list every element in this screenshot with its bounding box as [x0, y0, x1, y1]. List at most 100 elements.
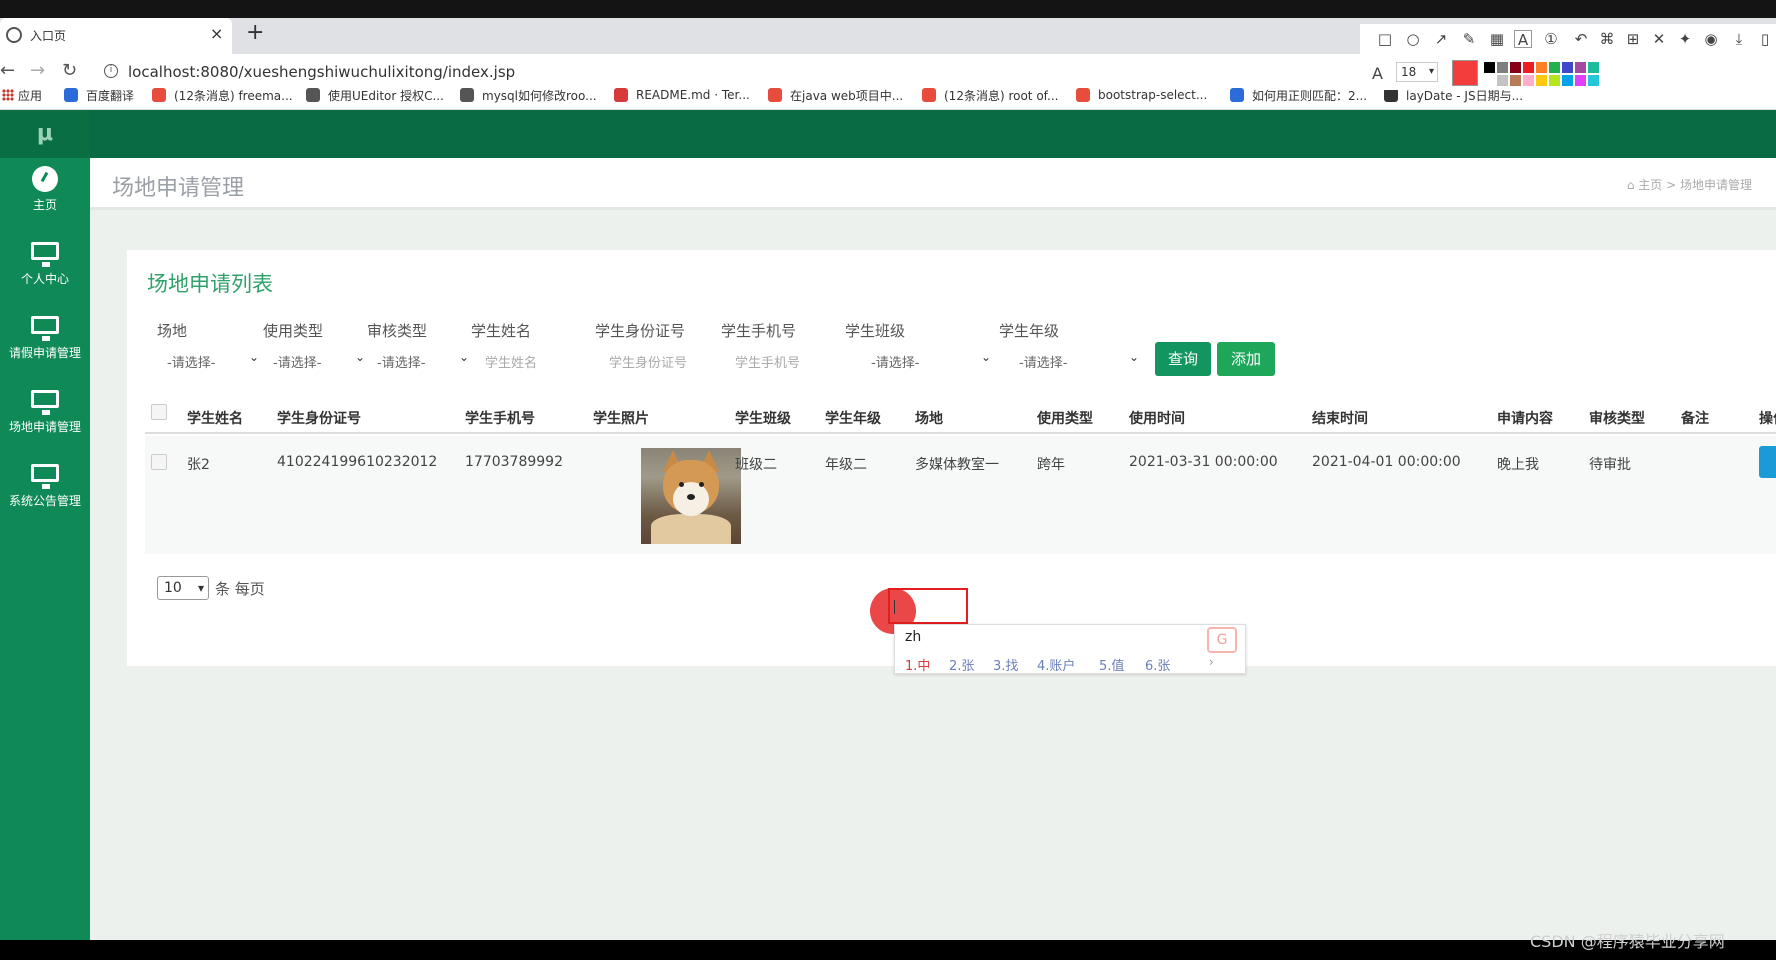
row-action-button[interactable]: [1759, 446, 1776, 478]
query-button[interactable]: 查询: [1155, 342, 1211, 376]
rectangle-tool-icon[interactable]: □: [1376, 30, 1394, 48]
col-header[interactable]: 备注: [1681, 408, 1709, 428]
color-swatch[interactable]: [1484, 75, 1495, 86]
sidebar-item-notice[interactable]: 系统公告管理: [0, 458, 90, 528]
color-swatch[interactable]: [1588, 75, 1599, 86]
venue-select[interactable]: -请选择- ⌄: [167, 346, 263, 376]
ime-candidate[interactable]: 4.账户: [1037, 655, 1075, 674]
arrow-tool-icon[interactable]: ↗: [1432, 30, 1450, 48]
pin-icon[interactable]: ✦: [1676, 30, 1694, 48]
phone-input[interactable]: 学生手机号: [735, 346, 845, 376]
color-swatch[interactable]: [1497, 75, 1508, 86]
add-button[interactable]: 添加: [1217, 342, 1275, 376]
ime-candidate[interactable]: 1.中: [905, 655, 930, 674]
id-number-input[interactable]: 学生身份证号: [609, 346, 719, 376]
color-swatch[interactable]: [1484, 62, 1495, 73]
text-annotation-box[interactable]: [888, 588, 968, 624]
new-tab-button[interactable]: +: [246, 20, 264, 45]
ime-next-page[interactable]: ›: [1209, 655, 1214, 669]
col-header[interactable]: 场地: [915, 408, 943, 428]
sidebar-item-leave[interactable]: 请假申请管理: [0, 310, 90, 380]
sidebar-item-venue[interactable]: 场地申请管理: [0, 384, 90, 454]
number-tool-icon[interactable]: ①: [1542, 30, 1560, 48]
bookmark-item[interactable]: 使用UEditor 授权C...: [306, 86, 444, 104]
undo-icon[interactable]: ↶: [1572, 30, 1590, 48]
cell-content: 晚上我: [1497, 457, 1539, 473]
current-color-swatch[interactable]: [1452, 60, 1478, 86]
browser-tab[interactable]: 入口页 ×: [0, 18, 232, 54]
color-swatch[interactable]: [1575, 62, 1586, 73]
color-swatch[interactable]: [1549, 62, 1560, 73]
pen-tool-icon[interactable]: ✎: [1460, 30, 1478, 48]
review-type-select[interactable]: -请选择- ⌄: [377, 346, 473, 376]
col-header[interactable]: 结束时间: [1312, 408, 1368, 428]
breadcrumb-home[interactable]: 主页: [1638, 178, 1662, 192]
use-type-select[interactable]: -请选择- ⌄: [273, 346, 369, 376]
col-header[interactable]: 申请内容: [1497, 408, 1553, 428]
bookmark-item[interactable]: 百度翻译: [64, 86, 134, 104]
bookmark-item[interactable]: 应用: [18, 86, 42, 104]
bookmark-item[interactable]: (12条消息) root of...: [922, 86, 1058, 104]
color-swatch[interactable]: [1523, 75, 1534, 86]
download-icon[interactable]: ⤓: [1730, 30, 1748, 48]
url-field[interactable]: localhost:8080/xueshengshiwuchulixitong/…: [128, 63, 515, 81]
ime-candidate[interactable]: 6.张: [1145, 655, 1170, 674]
class-select[interactable]: -请选择- ⌄: [859, 346, 995, 376]
forward-icon[interactable]: →: [30, 60, 45, 81]
color-swatch[interactable]: [1497, 62, 1508, 73]
ellipse-tool-icon[interactable]: ○: [1404, 30, 1422, 48]
reload-icon[interactable]: ↻: [62, 60, 77, 81]
bookmark-item[interactable]: mysql如何修改roo...: [460, 86, 597, 104]
color-swatch[interactable]: [1575, 75, 1586, 86]
col-header[interactable]: 学生姓名: [187, 408, 243, 428]
page-size-select[interactable]: 10 ▾: [157, 576, 209, 600]
bookmark-item[interactable]: bootstrap-select...: [1076, 86, 1207, 104]
ime-candidate[interactable]: 2.张: [949, 655, 974, 674]
bookmark-label: (12条消息) root of...: [944, 88, 1059, 103]
col-header[interactable]: 审核类型: [1589, 408, 1645, 428]
col-header[interactable]: 使用类型: [1037, 408, 1093, 428]
back-icon[interactable]: ←: [0, 60, 15, 81]
bookmark-item[interactable]: (12条消息) freema...: [152, 86, 293, 104]
sidebar-item-home[interactable]: 主页: [0, 162, 90, 232]
text-tool-icon[interactable]: A: [1514, 30, 1532, 49]
color-swatch[interactable]: [1549, 75, 1560, 86]
grade-select[interactable]: -请选择- ⌄: [1007, 346, 1143, 376]
color-swatch[interactable]: [1562, 62, 1573, 73]
monitor-icon: [31, 464, 59, 489]
color-swatch[interactable]: [1523, 62, 1534, 73]
ime-candidate[interactable]: 5.值: [1099, 655, 1124, 674]
bookmark-item[interactable]: 如何用正则匹配：2...: [1230, 86, 1367, 104]
bookmark-item[interactable]: README.md · Ter...: [614, 86, 750, 104]
col-header[interactable]: 使用时间: [1129, 408, 1185, 428]
color-swatch[interactable]: [1510, 62, 1521, 73]
ime-candidate[interactable]: 3.找: [993, 655, 1018, 674]
col-header[interactable]: 学生照片: [593, 408, 649, 428]
color-swatch[interactable]: [1536, 75, 1547, 86]
site-info-icon[interactable]: i: [104, 64, 118, 78]
col-header[interactable]: 学生手机号: [465, 408, 535, 428]
color-swatch[interactable]: [1562, 75, 1573, 86]
col-header[interactable]: 操作: [1759, 408, 1776, 428]
color-swatch[interactable]: [1588, 62, 1599, 73]
col-header[interactable]: 学生身份证号: [277, 408, 361, 428]
record-icon[interactable]: ◉: [1702, 30, 1720, 48]
font-size-select[interactable]: 18 ▾: [1396, 62, 1438, 82]
select-value: -请选择-: [273, 356, 322, 371]
select-all-checkbox[interactable]: [151, 404, 167, 420]
mosaic-tool-icon[interactable]: ▦: [1488, 30, 1506, 48]
bookmark-item[interactable]: 在java web项目中...: [768, 86, 903, 104]
col-header[interactable]: 学生班级: [735, 408, 791, 428]
ocr-icon[interactable]: ⌘: [1598, 30, 1616, 48]
row-checkbox[interactable]: [151, 454, 167, 470]
name-input[interactable]: 学生姓名: [485, 346, 595, 376]
cancel-icon[interactable]: ✕: [1650, 30, 1668, 48]
sidebar-item-profile[interactable]: 个人中心: [0, 236, 90, 306]
translate-icon[interactable]: ⊞: [1624, 30, 1642, 48]
copy-icon[interactable]: ▯: [1756, 30, 1774, 48]
col-header[interactable]: 学生年级: [825, 408, 881, 428]
cell-end-time: 2021-04-01 00:00:00: [1312, 454, 1461, 470]
color-swatch[interactable]: [1536, 62, 1547, 73]
tab-close-button[interactable]: ×: [210, 24, 223, 43]
color-swatch[interactable]: [1510, 75, 1521, 86]
